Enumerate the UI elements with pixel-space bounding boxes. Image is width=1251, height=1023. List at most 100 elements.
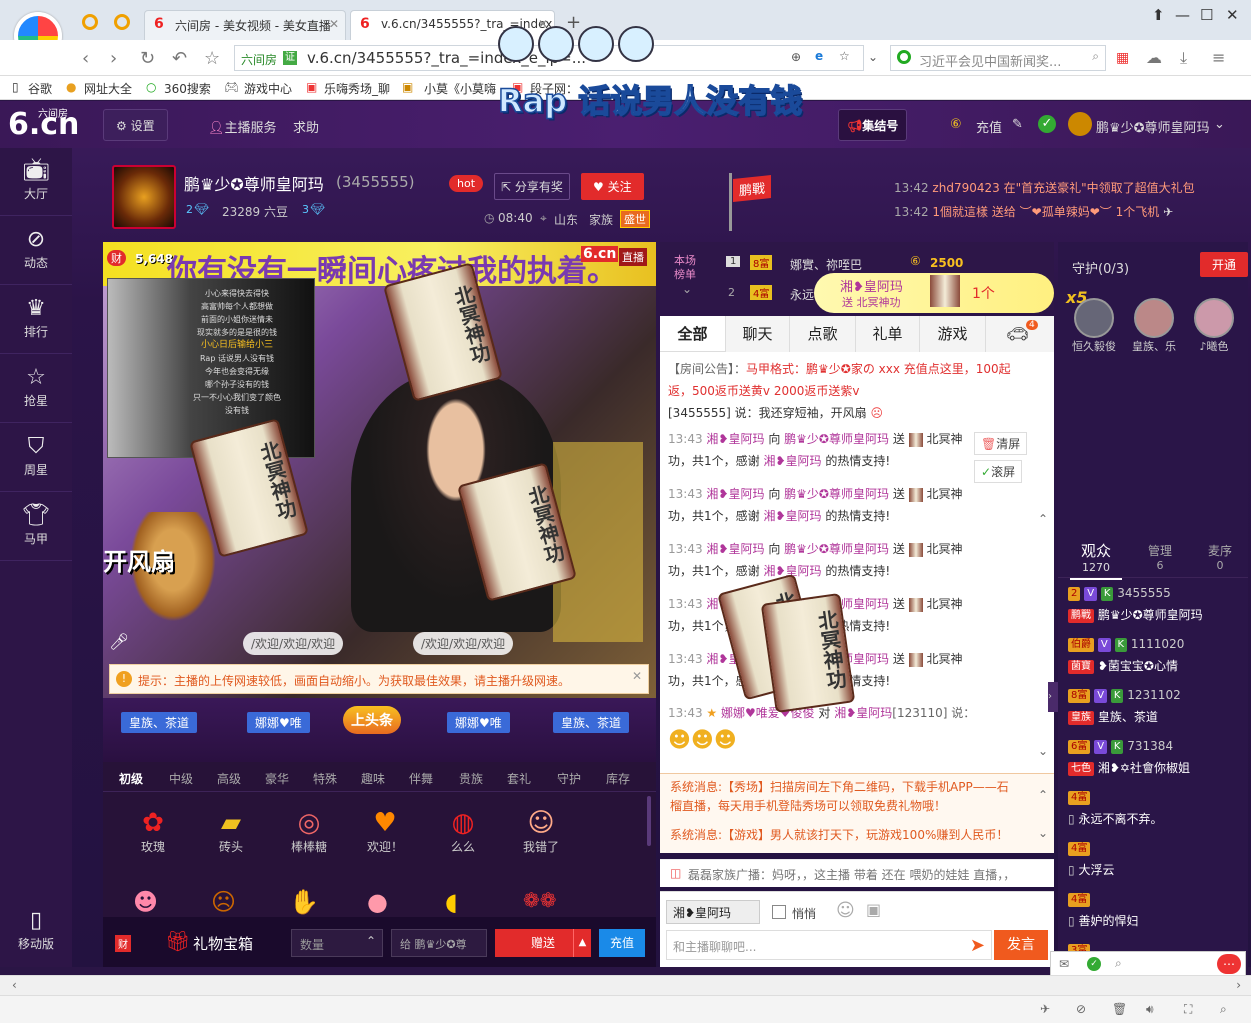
tab-favicon[interactable]: [82, 14, 98, 30]
search-icon[interactable]: ⌕: [1092, 49, 1099, 64]
audience-row[interactable]: 4富 ▯ 永远不离不弃。: [1068, 790, 1248, 836]
menu-icon[interactable]: ≡: [1212, 48, 1225, 67]
back-icon[interactable]: ‹: [82, 48, 89, 69]
search-input[interactable]: 习近平会见中国新闻奖... ⌕: [890, 45, 1106, 71]
anchor-avatar[interactable]: [112, 165, 176, 229]
undo-icon[interactable]: ↶: [172, 48, 187, 69]
scroll-lock-button[interactable]: ✓滚屏: [974, 460, 1023, 483]
pin-icon[interactable]: ⬆: [1152, 6, 1165, 24]
audience-row[interactable]: 伯爵 V K 1111020 菌寶 ❥菌宝宝✪心情: [1068, 637, 1248, 683]
gift-item[interactable]: ✿ 玫瑰: [129, 808, 177, 855]
audience-row[interactable]: 4富 ▯ 大浮云: [1068, 841, 1248, 887]
tab-favicon[interactable]: [114, 14, 130, 30]
maximize-icon[interactable]: ☐: [1200, 6, 1213, 24]
recharge-link[interactable]: 充值: [976, 117, 1002, 136]
check-icon[interactable]: ✓: [1087, 957, 1101, 971]
close-window-icon[interactable]: ✕: [1226, 6, 1239, 24]
guard-member[interactable]: 皇族、乐: [1132, 298, 1176, 354]
gift-tab[interactable]: 高级: [217, 770, 241, 787]
gift-item[interactable]: ♥ 欢迎！: [361, 808, 409, 855]
username-link[interactable]: 鹏♛少✪尊师皇阿玛: [1096, 117, 1210, 136]
video-player[interactable]: 财 5,648 你有没有一瞬间心疼过我的执着。 6.cn 直播 小心来得快去得快…: [103, 242, 656, 762]
audience-row[interactable]: 2 V K 3455555 鹏戰 鹏♛少✪尊师皇阿玛: [1068, 586, 1248, 632]
avatar[interactable]: [1068, 112, 1092, 136]
zoom-icon[interactable]: ⌕: [1220, 1002, 1227, 1017]
search-icon[interactable]: ⌕: [1115, 956, 1122, 971]
gift-tab[interactable]: 套礼: [507, 770, 531, 787]
image-icon[interactable]: ▣: [866, 900, 881, 919]
chevron-up-icon[interactable]: ⌃: [1038, 512, 1048, 526]
seat-item[interactable]: 娜娜♥唯: [447, 712, 510, 733]
chevron-down-icon[interactable]: ⌄: [868, 50, 878, 64]
settings-button[interactable]: ⚙ 设置: [103, 109, 168, 141]
tab-audience[interactable]: 观众 1270: [1070, 540, 1122, 580]
chat-tab-car[interactable]: 🚗︎ 4: [986, 316, 1054, 352]
gift-tab[interactable]: 特殊: [313, 770, 337, 787]
clear-screen-button[interactable]: 🗑︎清屏: [974, 432, 1028, 455]
seat-item[interactable]: 皇族、茶道: [553, 712, 630, 733]
bookmark-item[interactable]: 乐嗨秀场_聊: [324, 80, 390, 97]
audience-row[interactable]: 6富 V K 731384 七色 湘❥✡社會你椒姐: [1068, 739, 1248, 785]
ie-icon[interactable]: e: [815, 49, 823, 63]
bookmark-item[interactable]: 谷歌: [28, 80, 52, 97]
minimize-icon[interactable]: —: [1175, 6, 1190, 24]
pin-icon[interactable]: ✈: [1040, 1002, 1050, 1016]
fullscreen-icon[interactable]: ⛶: [1184, 1002, 1192, 1017]
chat-tab-giftlist[interactable]: 礼单: [856, 316, 920, 352]
gift-tab[interactable]: 豪华: [265, 770, 289, 787]
seat-item[interactable]: 娜娜♥唯: [247, 712, 310, 733]
bookmark-item[interactable]: 小莫《小莫嗨: [424, 80, 496, 97]
mail-icon[interactable]: ✉: [1059, 957, 1069, 971]
bookmark-item[interactable]: 网址大全: [84, 80, 132, 97]
tab-6room[interactable]: 6 六间房 - 美女视频 - 美女直播 ✕: [144, 10, 346, 40]
forward-icon[interactable]: ›: [110, 48, 117, 69]
guard-member[interactable]: 恒久毅俊: [1072, 298, 1116, 354]
cat-icon[interactable]: ☻: [133, 888, 158, 916]
nav-hall[interactable]: 📺︎ 大厅: [0, 148, 72, 216]
volume-icon[interactable]: 🔊︎: [1146, 1002, 1154, 1017]
nav-star[interactable]: ☆ 抢星: [0, 355, 72, 423]
seat-item[interactable]: 皇族、茶道: [121, 712, 198, 733]
follow-button[interactable]: ♥ 关注: [581, 173, 644, 200]
gift-box-label[interactable]: 礼物宝箱: [193, 933, 253, 954]
chat-input[interactable]: 和主播聊聊吧... ➤: [666, 930, 992, 960]
gift-tab[interactable]: 库存: [606, 770, 630, 787]
send-button[interactable]: 发言: [994, 930, 1048, 960]
download-icon[interactable]: ⤓: [1180, 48, 1187, 68]
rally-button[interactable]: 📢︎集结号: [838, 109, 908, 141]
emoji-icon[interactable]: ☺: [836, 900, 855, 921]
audience-row[interactable]: 8富 V K 1231102 皇族 皇族、茶道: [1068, 688, 1248, 734]
chevron-left-icon[interactable]: ‹: [12, 978, 17, 992]
chevron-down-icon[interactable]: ⌄: [1038, 826, 1048, 840]
mic-icon[interactable]: 🎤︎: [109, 632, 129, 651]
chat-tab-chat[interactable]: 聊天: [726, 316, 790, 352]
speed-icon[interactable]: ⊘: [1076, 1002, 1086, 1016]
chevron-down-icon[interactable]: ⌄: [1214, 117, 1225, 132]
chevron-down-icon[interactable]: ⌄: [682, 282, 692, 296]
trash-icon[interactable]: 🗑︎: [1112, 1002, 1127, 1016]
audience-row[interactable]: 4富 ▯ 善妒的悍妇: [1068, 892, 1248, 938]
star-icon[interactable]: ☆: [839, 49, 850, 63]
gift-item[interactable]: ◎ 棒棒糖: [285, 808, 333, 855]
gift-tab[interactable]: 趣味: [361, 770, 385, 787]
guard-open-button[interactable]: 开通: [1200, 252, 1248, 277]
nav-rank[interactable]: ♛ 排行: [0, 286, 72, 354]
chevron-right-icon[interactable]: ›: [1236, 978, 1241, 992]
gift-item[interactable]: ◍ 么么: [439, 808, 487, 855]
chevron-up-icon[interactable]: ⌃: [1038, 788, 1048, 802]
check-icon[interactable]: ✓: [1038, 115, 1056, 133]
gift-tab[interactable]: 初级: [119, 770, 143, 787]
bookmark-item[interactable]: 游戏中心: [244, 80, 292, 97]
gift-tab[interactable]: 中级: [169, 770, 193, 787]
rank-name[interactable]: 娜實、祢咥巴: [790, 256, 862, 273]
gift-tab[interactable]: 守护: [557, 770, 581, 787]
bookmark-item[interactable]: 360搜索: [164, 80, 211, 97]
recipient-select[interactable]: 湘❥皇阿玛: [666, 900, 760, 924]
nav-weekstar[interactable]: ⛉ 周星: [0, 424, 72, 492]
chat-tab-games[interactable]: 游戏: [920, 316, 986, 352]
scrollbar[interactable]: [647, 796, 651, 846]
chevron-down-icon[interactable]: ⌄: [1038, 744, 1048, 758]
nav-vest[interactable]: 👕︎ 马甲: [0, 493, 72, 561]
quantity-select[interactable]: 数量 ⌃: [291, 929, 383, 957]
pig-icon[interactable]: ●: [367, 888, 388, 916]
